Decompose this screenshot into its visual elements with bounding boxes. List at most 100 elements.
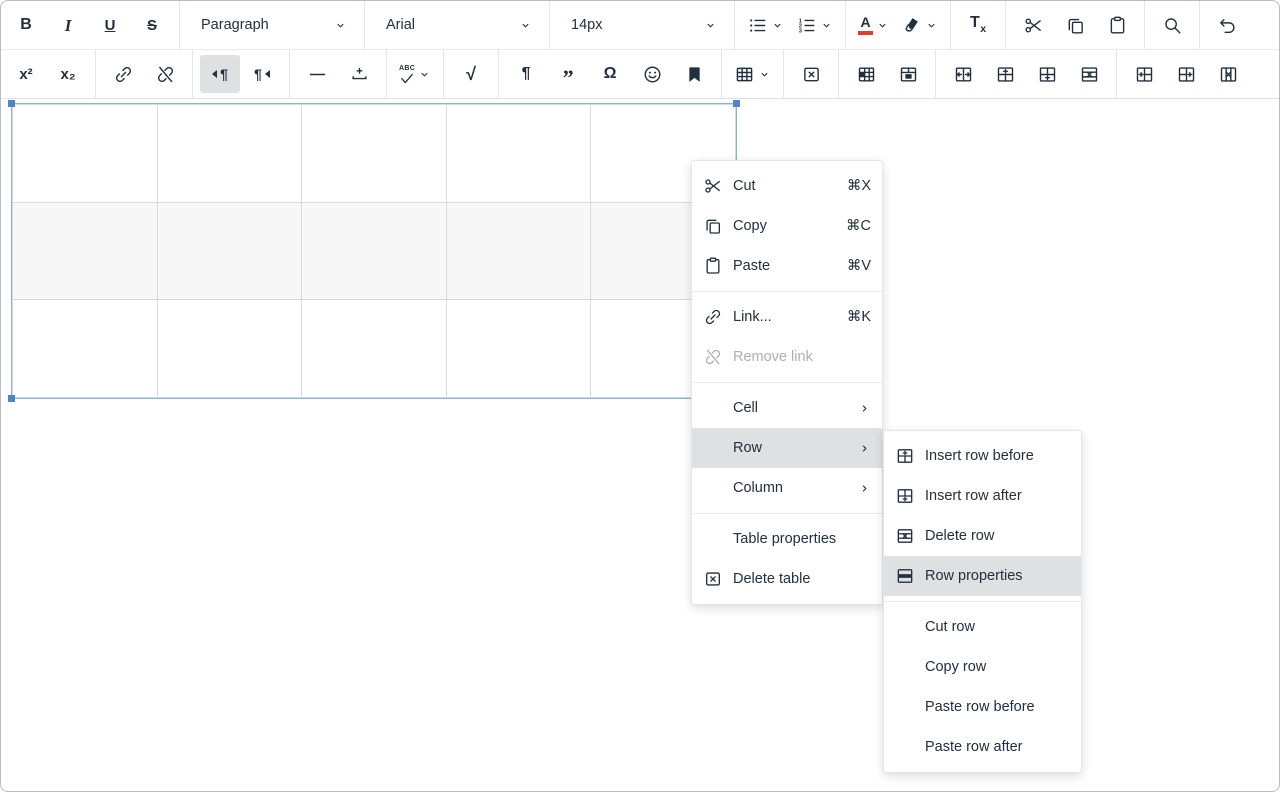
split-cell-icon [953,64,974,85]
underline-button[interactable]: U [90,6,130,44]
table-cell[interactable] [446,202,591,300]
cut-button[interactable] [1013,6,1053,44]
text-color-button[interactable]: A [853,6,894,44]
copy-button[interactable] [1055,6,1095,44]
selected-content-table [11,103,737,399]
insert-row-before-button[interactable] [985,55,1025,93]
shortcut-label: ⌘C [846,218,871,234]
highlight-color-button[interactable] [896,6,943,44]
undo-button[interactable] [1207,6,1247,44]
insert-column-after-button[interactable] [1166,55,1206,93]
subscript-button[interactable]: x₂ [48,55,88,93]
page-break-icon [349,64,370,85]
table-resize-handle-top-left[interactable] [8,100,15,107]
chevron-down-icon [704,19,717,32]
delete-row-button[interactable] [1069,55,1109,93]
font-size-select[interactable]: 14px [557,1,727,50]
block-format-select[interactable]: Paragraph [187,1,357,50]
table-cell[interactable] [302,300,447,398]
table-cell[interactable] [302,105,447,203]
table-resize-handle-bottom-left[interactable] [8,395,15,402]
context-menu-item-link[interactable]: Link... ⌘K [692,297,882,337]
remove-link-button[interactable] [145,55,185,93]
checkmark-icon [400,73,414,84]
context-menu-item-column[interactable]: Column [692,468,882,508]
table-cell[interactable] [157,202,302,300]
numbered-list-button[interactable] [791,6,838,44]
strikethrough-button[interactable]: S [132,6,172,44]
delete-table-icon [702,569,723,589]
table-cell[interactable] [13,300,158,398]
context-menu-item-paste[interactable]: Paste ⌘V [692,246,882,286]
clear-formatting-button[interactable]: T x [958,6,998,44]
bookmark-button[interactable] [674,55,714,93]
superscript-button[interactable]: x² [6,55,46,93]
blockquote-button[interactable]: ” [548,55,588,93]
row-properties-icon [894,566,915,586]
toolbar-row-2: x² x₂ ¶ ¶ ABC √ ¶ ” Ω [1,50,1279,99]
table-cell[interactable] [13,105,158,203]
submenu-item-paste-row-before[interactable]: Paste row before [884,687,1081,727]
insert-row-after-icon [894,486,915,506]
context-menu-item-row[interactable]: Row [692,428,882,468]
submenu-item-paste-row-after[interactable]: Paste row after [884,727,1081,767]
context-menu-item-cut[interactable]: Cut ⌘X [692,166,882,206]
context-menu-item-delete-table[interactable]: Delete table [692,559,882,599]
toolbar-separator [1005,1,1006,49]
font-size-value: 14px [571,17,704,33]
submenu-item-cut-row[interactable]: Cut row [884,607,1081,647]
cell-properties-button[interactable] [846,55,886,93]
chevron-down-icon [876,19,889,32]
table-cell[interactable] [157,300,302,398]
undo-icon [1217,15,1238,36]
submenu-item-insert-row-after[interactable]: Insert row after [884,476,1081,516]
insert-column-after-icon [1176,64,1197,85]
rtl-button[interactable]: ¶ [242,55,282,93]
table-icon [734,64,755,85]
clear-formatting-icon: T x [970,15,986,35]
insert-column-before-button[interactable] [1124,55,1164,93]
row-submenu: Insert row before Insert row after Delet… [883,430,1082,773]
submenu-item-delete-row[interactable]: Delete row [884,516,1081,556]
horizontal-rule-button[interactable] [297,55,337,93]
spellcheck-button[interactable]: ABC [394,55,436,93]
emoticon-button[interactable] [632,55,672,93]
font-family-select[interactable]: Arial [372,1,542,50]
table-cell[interactable] [302,202,447,300]
delete-column-button[interactable] [1208,55,1248,93]
submenu-item-insert-row-before[interactable]: Insert row before [884,436,1081,476]
bold-button[interactable]: B [6,6,46,44]
paragraph-marks-button[interactable]: ¶ [506,55,546,93]
insert-row-before-icon [894,446,915,466]
submenu-item-copy-row[interactable]: Copy row [884,647,1081,687]
link-button[interactable] [103,55,143,93]
insert-row-after-button[interactable] [1027,55,1067,93]
bullet-list-button[interactable] [742,6,789,44]
paste-button[interactable] [1097,6,1137,44]
chevron-down-icon [820,19,833,32]
submenu-item-row-properties[interactable]: Row properties [884,556,1081,596]
merge-cells-button[interactable] [888,55,928,93]
table-resize-handle-top-right[interactable] [733,100,740,107]
table-cell[interactable] [13,202,158,300]
special-character-button[interactable]: Ω [590,55,630,93]
delete-table-icon [801,64,822,85]
ltr-button[interactable]: ¶ [200,55,240,93]
bookmark-icon [684,64,705,85]
table-cell[interactable] [446,300,591,398]
context-menu-item-copy[interactable]: Copy ⌘C [692,206,882,246]
italic-button[interactable]: I [48,6,88,44]
editor-canvas[interactable]: Cut ⌘X Copy ⌘C Paste ⌘V Link... ⌘K Re [1,99,1279,791]
split-cell-button[interactable] [943,55,983,93]
page-break-button[interactable] [339,55,379,93]
delete-table-button[interactable] [791,55,831,93]
toolbar-separator [386,50,387,98]
table-menu-button[interactable] [729,55,776,93]
table-cell[interactable] [157,105,302,203]
table-row [13,202,736,300]
formula-button[interactable]: √ [451,55,491,93]
context-menu-item-table-properties[interactable]: Table properties [692,519,882,559]
context-menu-item-cell[interactable]: Cell [692,388,882,428]
search-button[interactable] [1152,6,1192,44]
table-cell[interactable] [446,105,591,203]
